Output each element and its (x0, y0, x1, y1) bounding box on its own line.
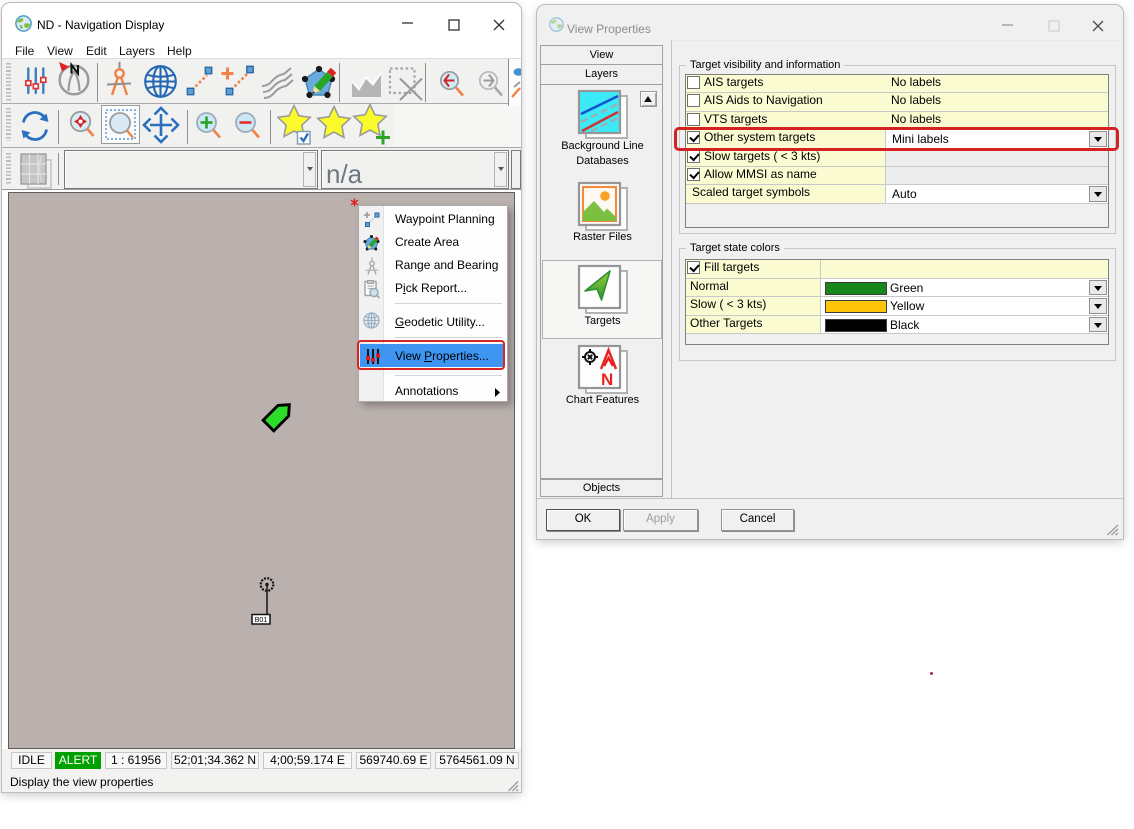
svg-text:N: N (601, 370, 613, 389)
svg-text:B01: B01 (255, 617, 268, 624)
